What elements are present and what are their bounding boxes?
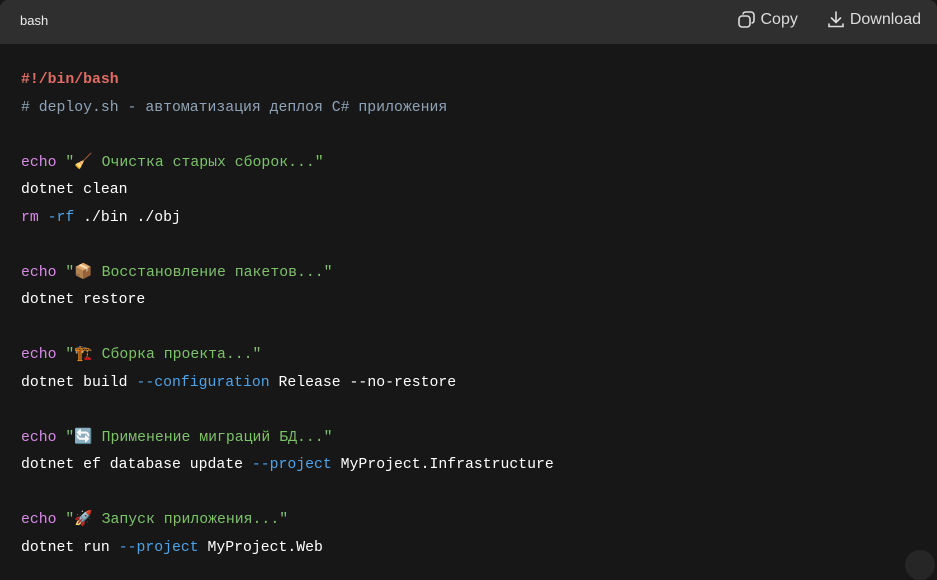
code-line: # deploy.sh - автоматизация деплоя C# пр… xyxy=(21,95,554,123)
language-label: bash xyxy=(20,13,49,28)
token-shebang: #!/bin/bash xyxy=(21,72,119,88)
token-kw: echo xyxy=(21,512,57,528)
token-plain: dotnet run xyxy=(21,539,119,556)
code-line: dotnet build --configuration Release --n… xyxy=(21,370,554,398)
code-line: dotnet run --project MyProject.Web xyxy=(21,535,554,563)
token-kw: echo xyxy=(21,429,57,446)
token-flag: --configuration xyxy=(136,374,270,391)
code-line: echo "🔄 Применение миграций БД..." xyxy=(21,425,554,453)
code-content: #!/bin/bash # deploy.sh - автоматизация д… xyxy=(21,67,554,562)
token-kw: echo xyxy=(21,347,57,363)
token-plain: Release --no-restore xyxy=(269,374,457,391)
token-str: "🏗️ Сборка проекта..." xyxy=(65,347,262,363)
token-plain: dotnet clean xyxy=(21,182,128,198)
token-kw: echo xyxy=(21,154,57,171)
copy-button[interactable]: Copy xyxy=(736,10,798,30)
token-flag: --project xyxy=(251,457,332,473)
download-label: Download xyxy=(849,11,921,28)
code-line: echo "🏗️ Сборка проекта..." xyxy=(21,342,554,370)
scroll-down-button[interactable] xyxy=(905,550,935,580)
code-line: echo "🧹 Очистка старых сборок..." xyxy=(21,150,554,178)
token-plain: dotnet ef database update xyxy=(21,457,252,473)
download-icon xyxy=(828,11,844,28)
token-str: "📦 Восстановление пакетов..." xyxy=(65,264,333,281)
token-flag: -rf xyxy=(47,209,75,226)
token-str: "🧹 Очистка старых сборок..." xyxy=(65,154,324,171)
download-button[interactable]: Download xyxy=(826,10,921,30)
token-plain: dotnet restore xyxy=(21,292,146,308)
code-line: dotnet restore xyxy=(21,287,554,315)
token-kw: echo xyxy=(21,264,57,281)
code-line: dotnet clean xyxy=(21,177,554,205)
code-block-header: bash Copy Download xyxy=(0,0,937,44)
token-comment: # deploy.sh - автоматизация деплоя C# пр… xyxy=(21,99,448,116)
copy-label: Copy xyxy=(760,11,798,28)
token-flag: --project xyxy=(118,539,199,556)
code-line: echo "🚀 Запуск приложения..." xyxy=(21,507,554,535)
token-plain: ./bin ./obj xyxy=(74,209,181,226)
token-plain: dotnet build xyxy=(21,374,137,391)
token-str: "🚀 Запуск приложения..." xyxy=(65,512,289,528)
token-kw: rm xyxy=(21,209,39,226)
code-line: rm -rf ./bin ./obj xyxy=(21,205,554,233)
code-line: dotnet ef database update --project MyPr… xyxy=(21,452,554,480)
token-plain: MyProject.Web xyxy=(198,539,323,556)
code-line: #!/bin/bash xyxy=(21,67,554,95)
token-str: "🔄 Применение миграций БД..." xyxy=(65,429,333,446)
copy-icon xyxy=(738,11,756,28)
code-line: echo "📦 Восстановление пакетов..." xyxy=(21,260,554,288)
token-plain: MyProject.Infrastructure xyxy=(331,457,554,473)
